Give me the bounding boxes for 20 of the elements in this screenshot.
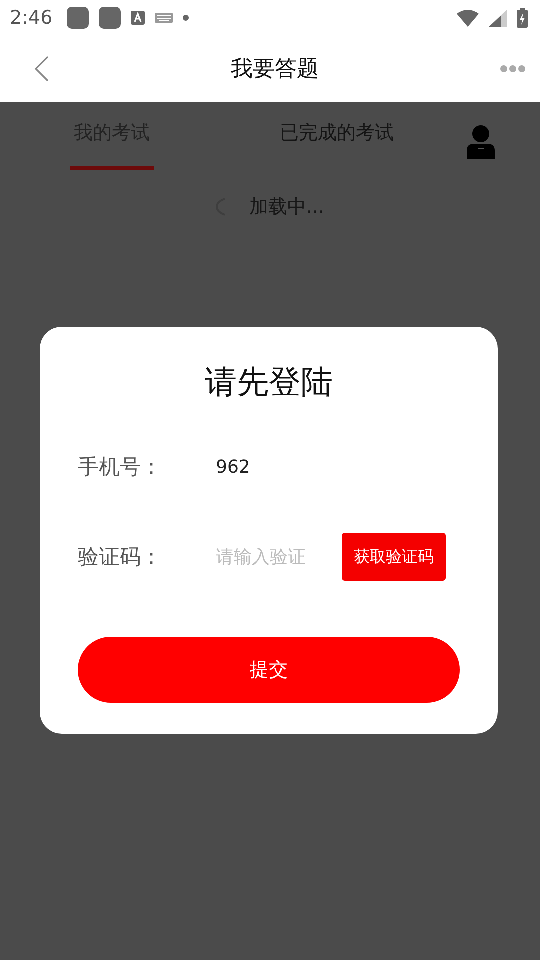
page-title: 我要答题 [231, 56, 319, 84]
signal-icon [489, 10, 507, 26]
code-input[interactable]: 请输入验证 [216, 546, 334, 568]
wifi-icon [457, 10, 479, 26]
battery-icon [517, 8, 528, 28]
get-code-button[interactable]: 获取验证码 [342, 533, 446, 581]
notification-icon [66, 7, 89, 29]
dialog-title: 请先登陆 [204, 362, 334, 403]
field-label: 验证码： [78, 544, 163, 571]
user-icon[interactable] [466, 125, 496, 159]
status-time: 2:46 [10, 7, 53, 29]
more-icon[interactable] [500, 65, 526, 73]
notification-icon [98, 7, 121, 29]
phone-input[interactable]: 962 [216, 456, 336, 478]
back-icon[interactable] [34, 55, 50, 83]
keyboard-icon [154, 13, 173, 23]
submit-button[interactable]: 提交 [78, 637, 460, 703]
dot-icon [182, 15, 189, 21]
field-label: 手机号： [78, 454, 163, 481]
keyboard-a-icon [130, 11, 145, 25]
